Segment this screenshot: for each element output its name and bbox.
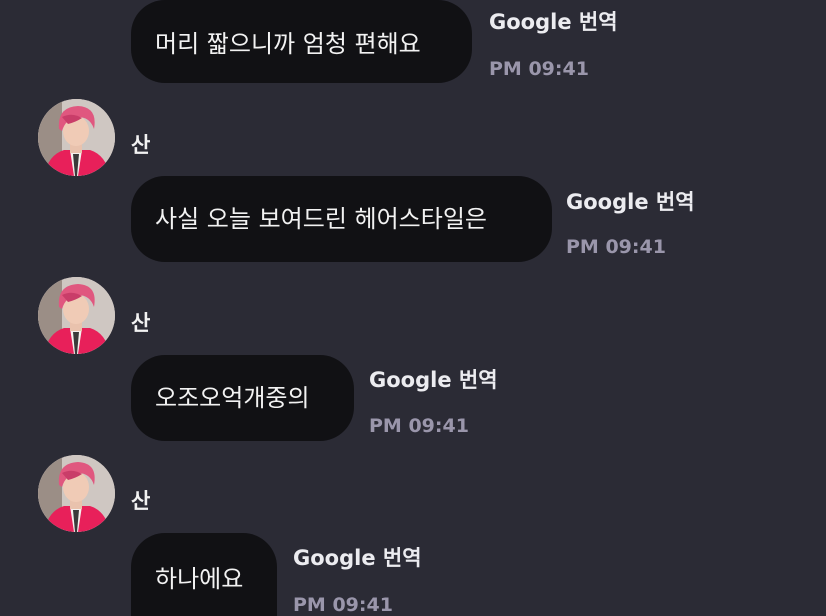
profile-avatar-icon[interactable] [38,455,115,532]
google-translate-link[interactable]: Google 번역 [566,186,695,216]
message-text: 사실 오늘 보여드린 헤어스타일은 [155,205,488,233]
avatar-image [38,99,115,176]
message-time: PM 09:41 [369,415,469,437]
message-text: 머리 짧으니까 엄청 편해요 [155,29,421,58]
message-time: PM 09:41 [489,58,589,80]
google-translate-link[interactable]: Google 번역 [369,364,498,394]
profile-avatar-icon[interactable] [38,277,115,354]
message-bubble[interactable]: 오조오억개중의 [131,355,354,441]
message-time: PM 09:41 [293,594,393,616]
avatar-image [38,277,115,354]
google-translate-link[interactable]: Google 번역 [489,6,618,36]
sender-name: 산 [131,311,151,335]
message-text: 하나에요 [155,564,244,593]
profile-avatar-icon[interactable] [38,99,115,176]
message-bubble[interactable]: 하나에요 [131,533,277,616]
avatar-image [38,455,115,532]
google-translate-link[interactable]: Google 번역 [293,542,422,572]
sender-name: 산 [131,133,151,157]
message-bubble[interactable]: 머리 짧으니까 엄청 편해요 [131,0,472,83]
message-time: PM 09:41 [566,236,666,258]
sender-name: 산 [131,489,151,513]
message-bubble[interactable]: 사실 오늘 보여드린 헤어스타일은 [131,176,552,262]
message-text: 오조오억개중의 [155,384,310,412]
